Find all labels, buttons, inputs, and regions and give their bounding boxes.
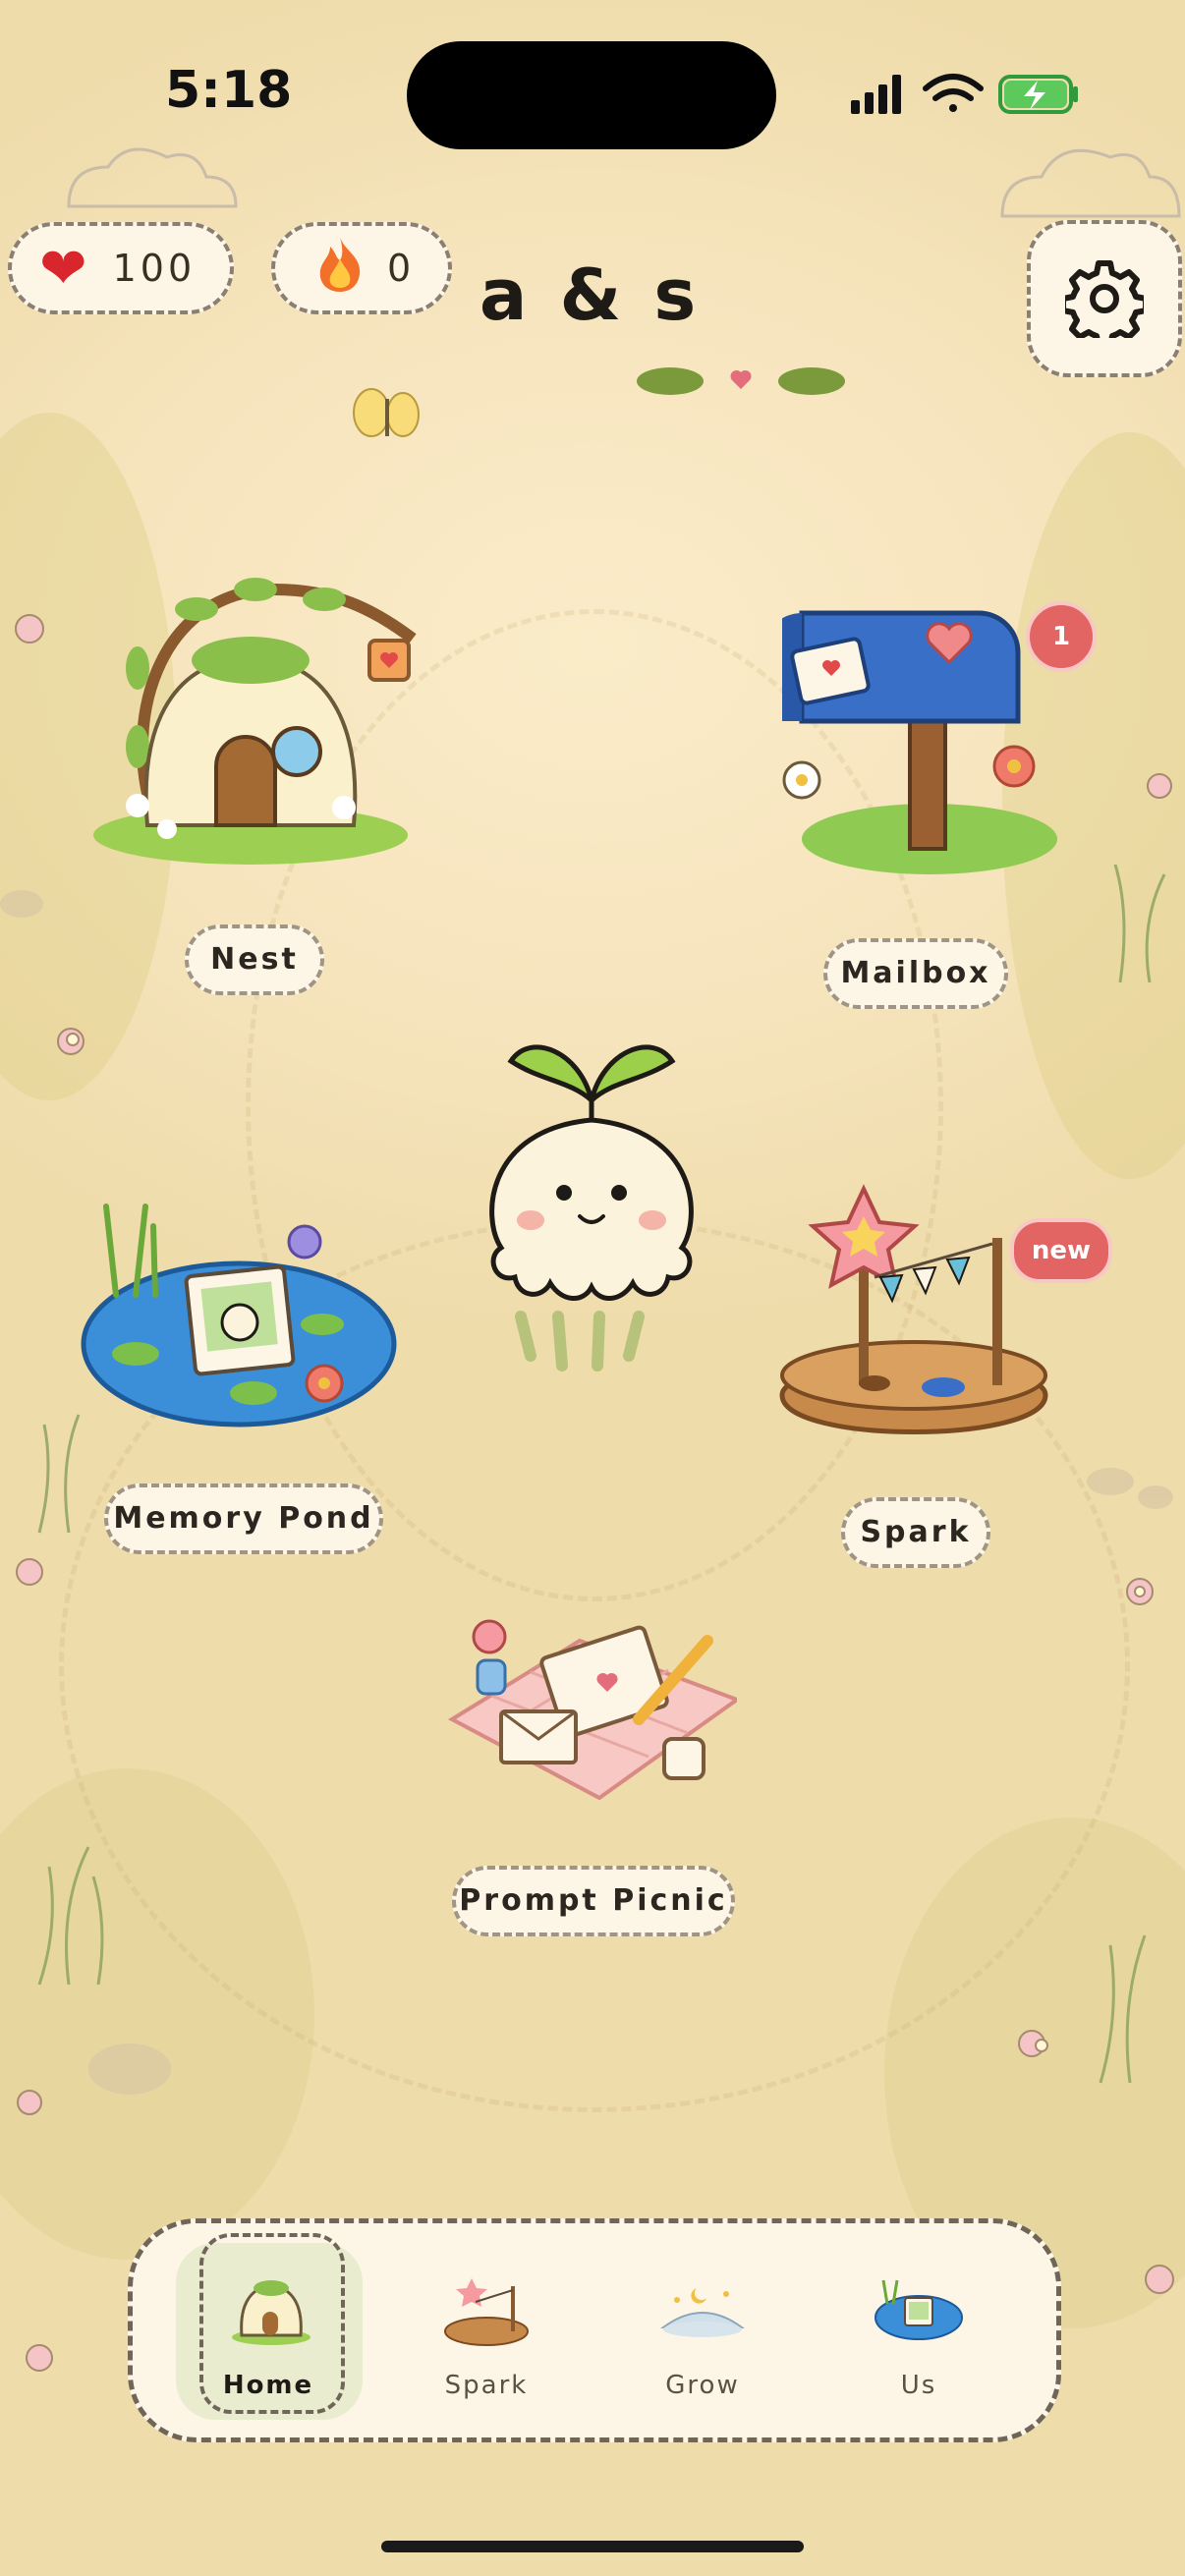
status-time: 5:18 <box>165 61 293 120</box>
butterfly-icon <box>353 388 420 437</box>
nav-label-grow: Grow <box>665 2371 740 2400</box>
pond-icon <box>81 1204 397 1428</box>
nav-item-spark[interactable]: Spark <box>398 2223 575 2437</box>
nav-item-us[interactable]: Us <box>830 2223 1007 2437</box>
streak-counter[interactable]: 0 <box>271 222 452 314</box>
picnic-blanket-icon <box>447 1619 742 1801</box>
sprout-mascot-icon <box>489 1044 694 1372</box>
nav-item-grow[interactable]: Grow <box>614 2223 791 2437</box>
bottom-nav: Home Spark Grow Us <box>128 2218 1061 2442</box>
couple-name: a & s <box>479 253 701 336</box>
leaf-divider-icon <box>637 367 845 395</box>
hearts-counter[interactable]: ❤ 100 <box>8 222 234 314</box>
nest-label[interactable]: Nest <box>185 924 324 995</box>
prompt-picnic-location[interactable] <box>442 1601 742 1818</box>
heart-icon: ❤ <box>39 235 91 302</box>
prompt-picnic-label[interactable]: Prompt Picnic <box>452 1866 735 1936</box>
home-nav-icon <box>232 2280 310 2345</box>
wifi-icon <box>923 74 984 112</box>
dynamic-island <box>407 41 776 149</box>
nav-label-home: Home <box>222 2371 314 2400</box>
battery-icon <box>998 75 1078 114</box>
streak-value: 0 <box>387 247 416 290</box>
settings-button[interactable] <box>1027 220 1182 377</box>
signal-icon <box>851 75 901 114</box>
gear-icon <box>1065 260 1144 338</box>
nest-location[interactable] <box>79 550 423 865</box>
spark-nav-icon <box>444 2278 529 2346</box>
home-indicator[interactable] <box>381 2541 804 2552</box>
memory-pond-location[interactable] <box>77 1187 401 1442</box>
sprout-mascot[interactable] <box>472 1012 711 1385</box>
memory-pond-label[interactable]: Memory Pond <box>104 1484 383 1554</box>
hearts-value: 100 <box>112 247 197 290</box>
mushroom-house-icon <box>93 578 417 865</box>
nav-item-home[interactable]: Home <box>180 2223 357 2437</box>
mailbox-label[interactable]: Mailbox <box>823 938 1008 1009</box>
spark-location[interactable] <box>766 1179 1061 1454</box>
status-icons <box>851 74 1078 114</box>
mailbox-location[interactable] <box>762 574 1057 888</box>
mailbox-badge: 1 <box>1026 601 1097 672</box>
grow-nav-icon <box>659 2288 746 2337</box>
spark-label[interactable]: Spark <box>841 1497 990 1568</box>
nav-label-us: Us <box>900 2371 937 2400</box>
nav-label-spark: Spark <box>444 2371 529 2400</box>
fire-icon <box>314 235 366 303</box>
spark-badge: new <box>1010 1218 1112 1283</box>
star-stage-icon <box>779 1184 1048 1434</box>
status-bar: 5:18 <box>0 0 1185 187</box>
us-nav-icon <box>875 2279 963 2340</box>
mailbox-icon <box>762 610 1057 874</box>
